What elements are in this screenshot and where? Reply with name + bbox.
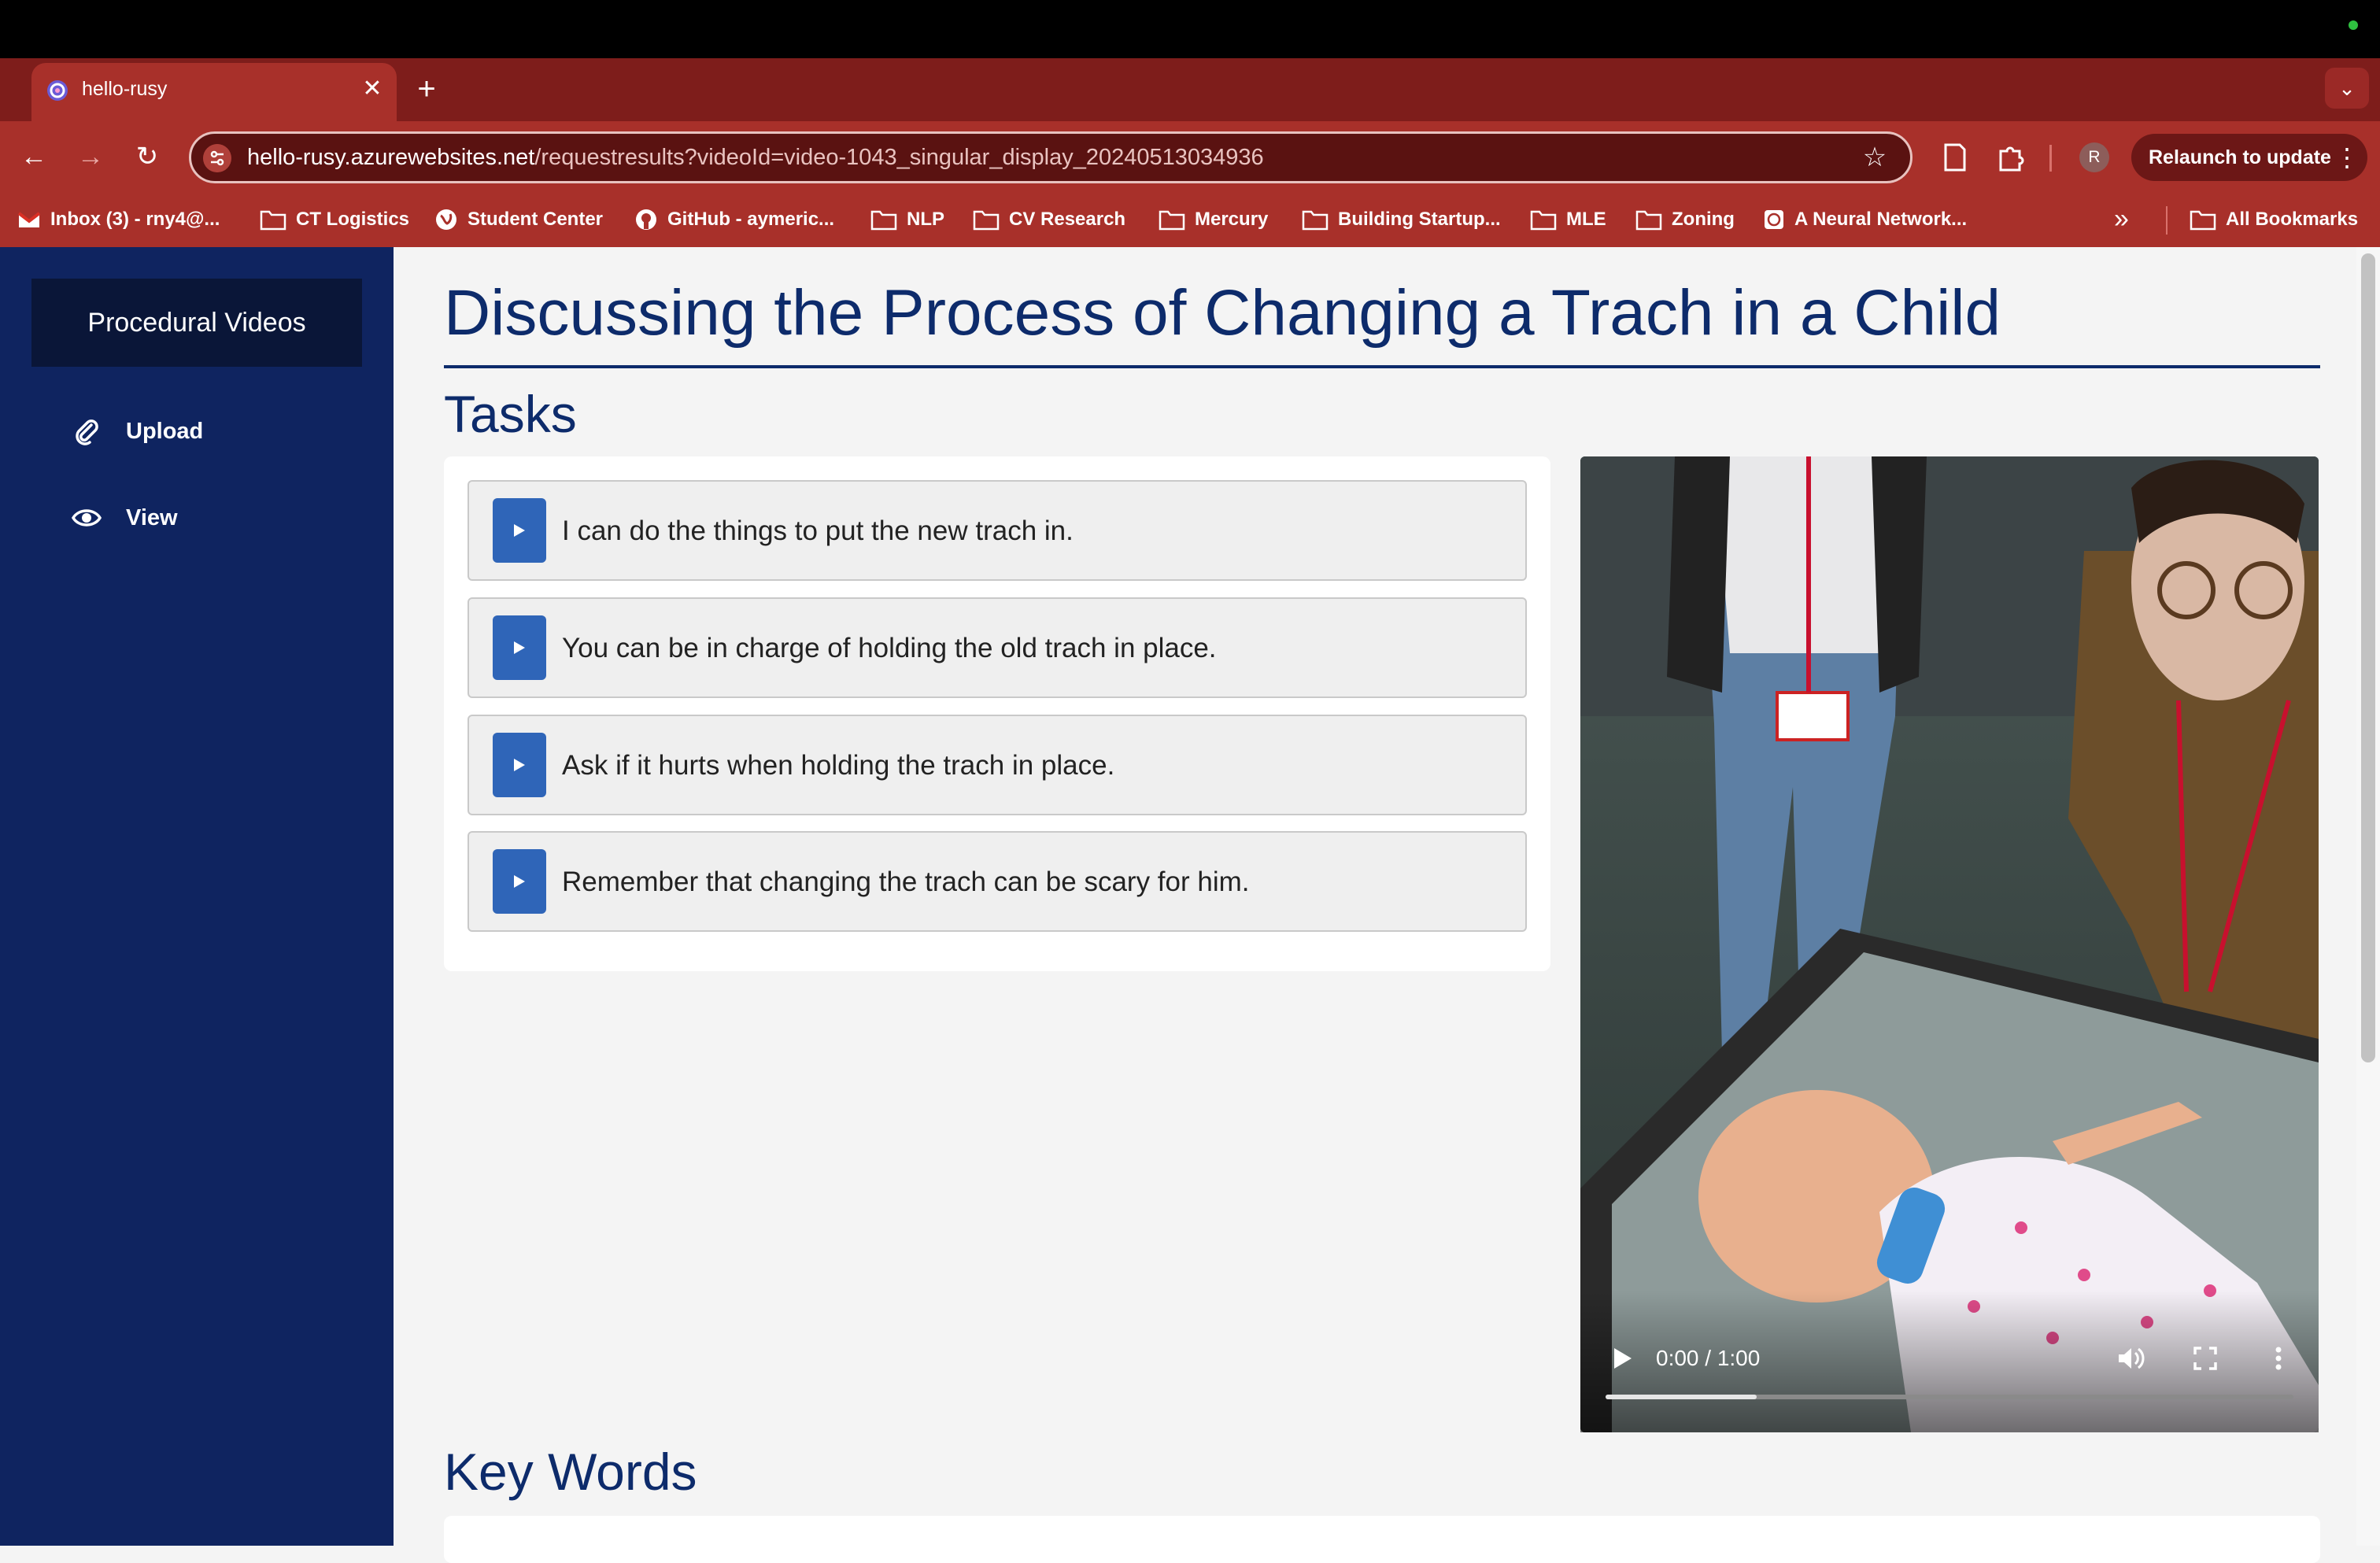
reload-icon[interactable]: ↻	[129, 139, 165, 175]
url-path: /requestresults?videoId=video-1043_singu…	[534, 145, 1264, 170]
bookmark-label: Mercury	[1195, 209, 1269, 230]
relaunch-label: Relaunch to update	[2149, 146, 2331, 168]
bookmark-item[interactable]: Student Center	[434, 205, 603, 235]
bookmark-label: Building Startup...	[1338, 209, 1501, 230]
extensions-puzzle-icon[interactable]	[1996, 142, 2027, 173]
task-play-button[interactable]	[493, 498, 546, 563]
site-settings-icon[interactable]	[203, 144, 231, 172]
back-arrow-icon[interactable]: ←	[16, 139, 52, 175]
tasks-heading: Tasks	[444, 385, 577, 443]
sidebar-item-label: View	[126, 504, 178, 530]
play-icon	[514, 875, 525, 888]
bookmark-label: Student Center	[468, 209, 604, 230]
page-title: Discussing the Process of Changing a Tra…	[444, 277, 2001, 349]
play-icon	[514, 524, 525, 537]
task-play-button[interactable]	[493, 733, 546, 797]
all-bookmarks-label: All Bookmarks	[2226, 209, 2359, 230]
folder-icon	[973, 209, 1000, 231]
folder-icon	[1302, 209, 1329, 231]
task-item[interactable]: Remember that changing the trach can be …	[468, 831, 1527, 932]
sidebar-item-upload[interactable]: Upload	[71, 408, 370, 455]
tab-close-icon[interactable]: ✕	[359, 76, 386, 102]
video-time: 0:00 / 1:00	[1656, 1346, 1761, 1370]
bookmark-item[interactable]: CT Logistics	[260, 205, 409, 235]
bookmarks-divider	[2166, 206, 2168, 235]
bookmark-item[interactable]: Mercury	[1159, 205, 1268, 235]
bookmark-item[interactable]: CV Research	[973, 205, 1125, 235]
camera-indicator-icon	[2349, 20, 2358, 30]
title-divider	[444, 365, 2320, 368]
play-icon	[514, 641, 525, 654]
folder-icon	[870, 209, 897, 231]
bookmark-label: A Neural Network...	[1794, 209, 1968, 230]
system-menu-bar	[0, 0, 2380, 58]
bookmark-item[interactable]: A Neural Network...	[1763, 205, 1967, 235]
page-scrollbar-thumb[interactable]	[2361, 253, 2375, 1062]
bookmark-label: CT Logistics	[296, 209, 410, 230]
folder-icon	[260, 209, 286, 231]
github-icon	[634, 208, 658, 231]
task-label: Ask if it hurts when holding the trach i…	[562, 750, 1115, 781]
play-icon	[514, 759, 525, 771]
site-icon	[1763, 209, 1785, 231]
paperclip-icon	[76, 419, 98, 445]
volume-icon[interactable]	[2114, 1343, 2145, 1374]
video-buffered-bar	[1606, 1395, 1757, 1399]
bookmark-label: Inbox (3) - rny4@...	[50, 209, 220, 230]
folder-icon	[1635, 209, 1662, 231]
tab-favicon-icon	[47, 80, 68, 101]
bookmark-label: GitHub - aymeric...	[667, 209, 835, 230]
profile-avatar[interactable]: R	[2079, 142, 2109, 172]
key-words-panel	[444, 1516, 2320, 1563]
task-label: You can be in charge of holding the old …	[562, 633, 1217, 663]
all-bookmarks-button[interactable]: All Bookmarks	[2190, 205, 2358, 235]
bookmark-item[interactable]: Zoning	[1635, 205, 1735, 235]
eye-icon	[71, 509, 102, 527]
more-bookmarks-icon[interactable]: »	[2114, 205, 2141, 235]
toolbar-divider	[2049, 145, 2052, 172]
fullscreen-icon[interactable]	[2190, 1343, 2221, 1374]
new-tab-button[interactable]: +	[411, 73, 442, 105]
bookmark-item[interactable]: NLP	[870, 205, 944, 235]
video-frame	[1580, 456, 2319, 1432]
video-more-options-icon[interactable]	[2267, 1343, 2290, 1374]
task-label: I can do the things to put the new trach…	[562, 515, 1074, 546]
video-player[interactable]	[1580, 456, 2319, 1432]
reading-mode-icon[interactable]	[1941, 142, 1969, 173]
globe-icon	[434, 208, 458, 231]
bookmark-item[interactable]: MLE	[1530, 205, 1606, 235]
folder-icon	[1159, 209, 1185, 231]
browser-menu-icon[interactable]: ⋮	[2334, 142, 2360, 173]
bookmark-label: CV Research	[1009, 209, 1126, 230]
task-play-button[interactable]	[493, 849, 546, 914]
bookmark-label: MLE	[1566, 209, 1606, 230]
bookmark-item[interactable]: Building Startup...	[1302, 205, 1501, 235]
task-item[interactable]: Ask if it hurts when holding the trach i…	[468, 715, 1527, 815]
task-play-button[interactable]	[493, 615, 546, 680]
video-play-icon[interactable]	[1606, 1343, 1637, 1374]
bookmark-item[interactable]: Inbox (3) - rny4@...	[17, 205, 220, 235]
forward-arrow-icon[interactable]: →	[72, 139, 109, 175]
task-item[interactable]: I can do the things to put the new trach…	[468, 480, 1527, 581]
url-host: hello-rusy.azurewebsites.net	[247, 145, 535, 170]
folder-icon	[2190, 210, 2216, 231]
sidebar-item-label: Upload	[126, 418, 204, 444]
key-words-heading: Key Words	[444, 1443, 697, 1501]
folder-icon	[1530, 209, 1557, 231]
tab-title: hello-rusy	[82, 78, 168, 100]
bookmark-item[interactable]: GitHub - aymeric...	[634, 205, 834, 235]
bookmark-star-icon[interactable]: ☆	[1859, 142, 1890, 173]
gmail-icon	[17, 210, 41, 229]
task-label: Remember that changing the trach can be …	[562, 866, 1250, 897]
bookmark-label: NLP	[907, 209, 944, 230]
brand-title[interactable]: Procedural Videos	[31, 279, 362, 367]
task-item[interactable]: You can be in charge of holding the old …	[468, 597, 1527, 698]
sidebar-item-view[interactable]: View	[71, 494, 370, 541]
bookmark-label: Zoning	[1672, 209, 1735, 230]
tab-search-chevron-icon[interactable]: ⌄	[2325, 68, 2369, 109]
url-text[interactable]: hello-rusy.azurewebsites.net/requestresu…	[247, 142, 1264, 173]
